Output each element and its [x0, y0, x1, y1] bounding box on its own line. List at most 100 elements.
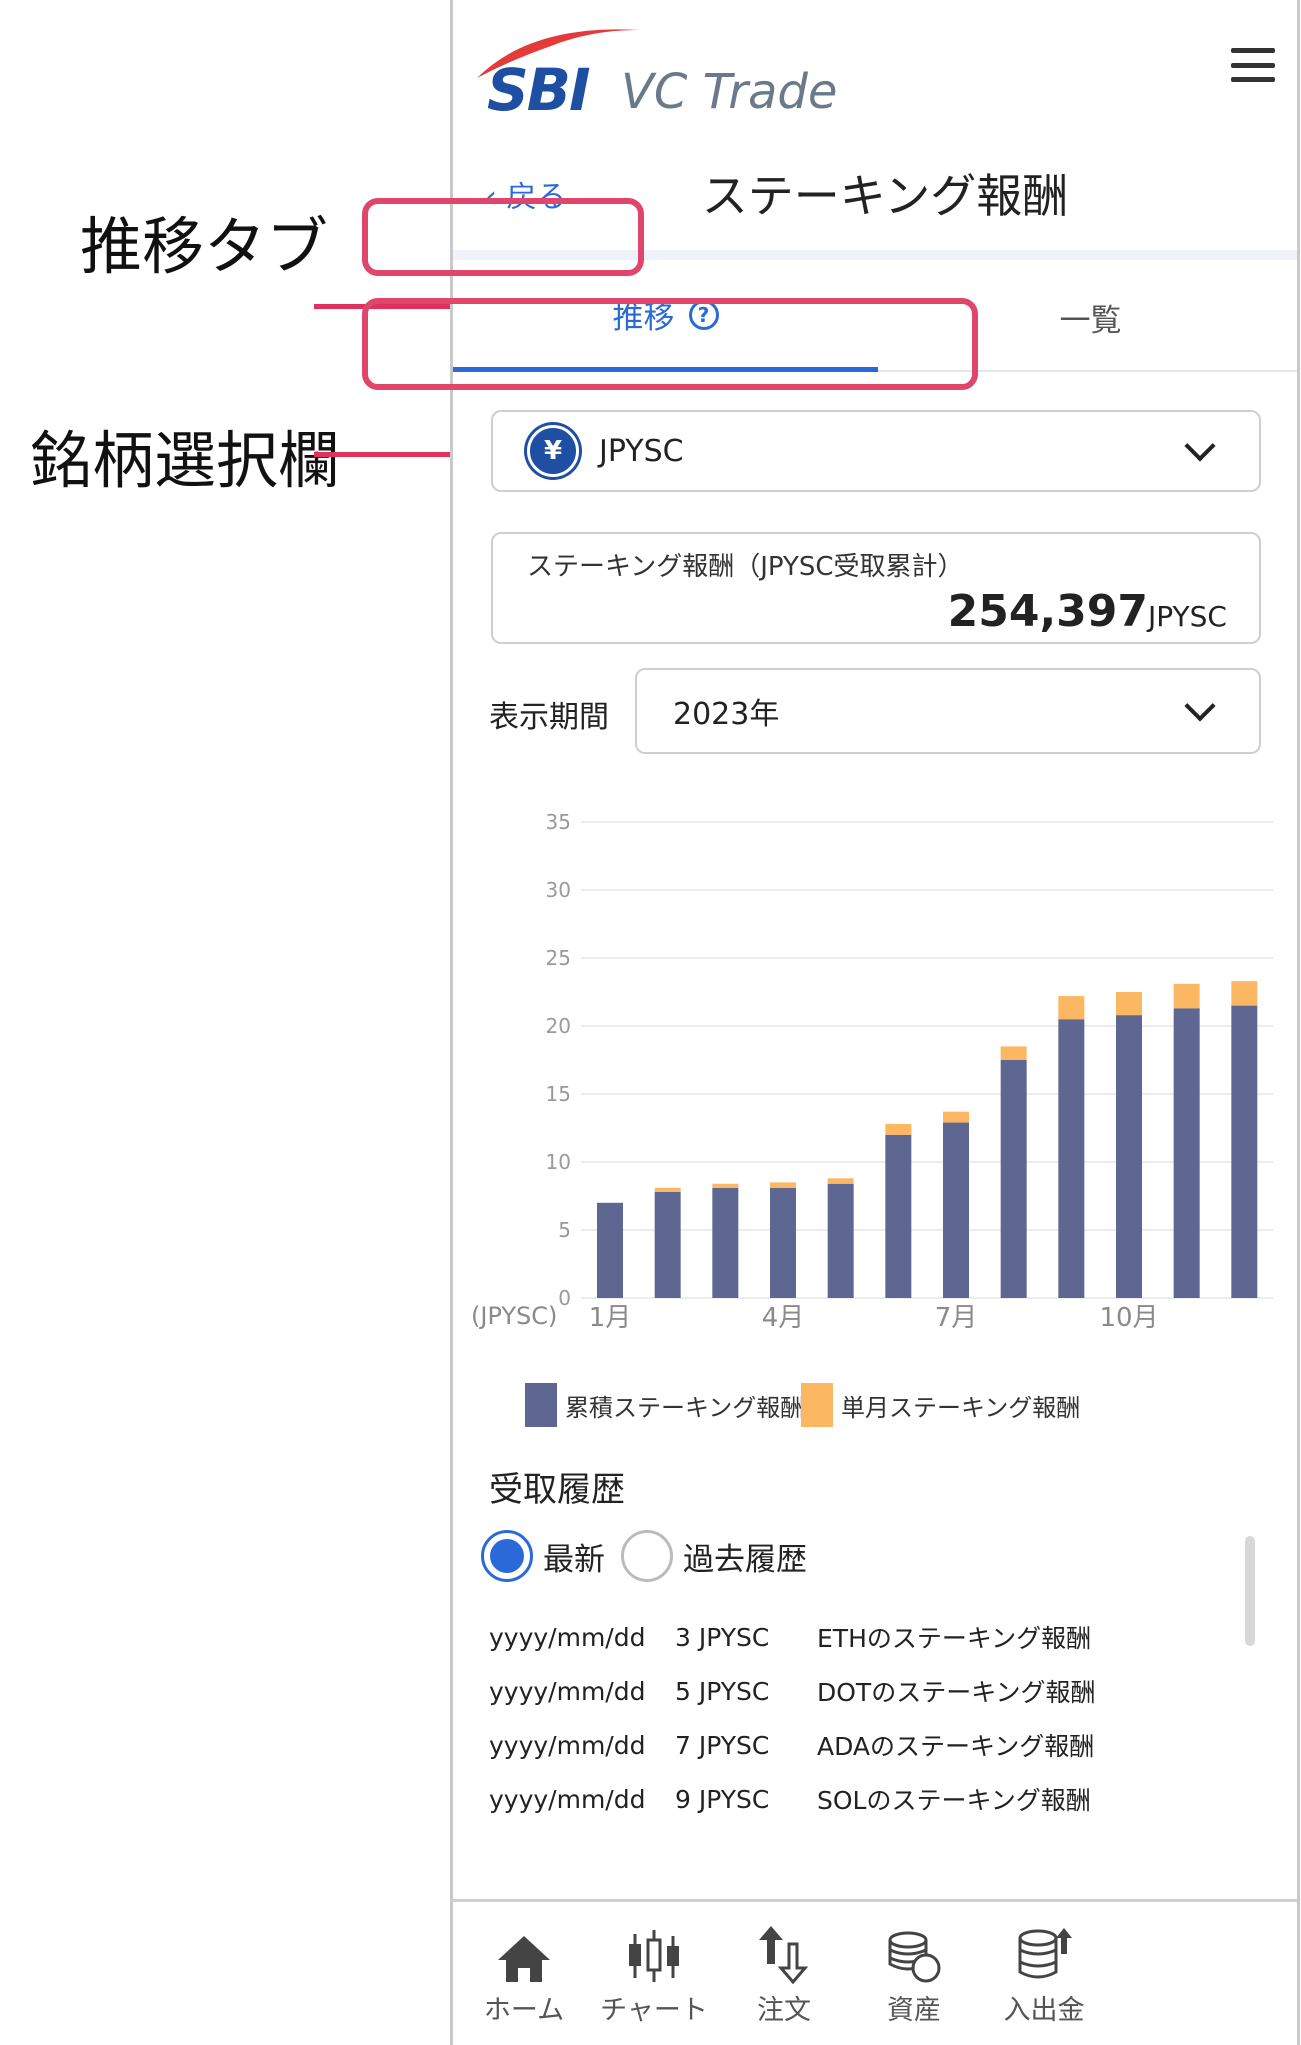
radio-past-circle — [621, 1530, 673, 1582]
bar-monthly — [770, 1182, 796, 1188]
tab-bar: 推移 ? 一覧 — [453, 262, 1297, 372]
y-tick-label: 20 — [546, 1014, 571, 1038]
period-select-value: 2023年 — [673, 697, 780, 732]
history-row[interactable]: yyyy/mm/dd 3 JPYSC ETHのステーキング報酬 — [489, 1610, 1249, 1664]
radio-latest-label: 最新 — [543, 1541, 605, 1578]
legend-label-monthly: 単月ステーキング報酬 — [841, 1393, 1081, 1422]
annotation-coin-line — [314, 452, 450, 457]
logo-sbi-text: SBI — [487, 56, 591, 124]
history-desc: ADAのステーキング報酬 — [817, 1732, 1095, 1761]
history-desc: DOTのステーキング報酬 — [817, 1678, 1096, 1707]
sbi-vc-trade-logo[interactable]: SBI VC Trade — [471, 22, 851, 124]
deposit-withdraw-icon — [1018, 1928, 1072, 1979]
y-tick-label: 30 — [546, 878, 571, 902]
phone-screen: SBI VC Trade ‹ 戻る ステーキング報酬 推移 ? 一覧 ¥ JPY… — [450, 0, 1300, 2045]
history-date: yyyy/mm/dd — [489, 1676, 646, 1706]
history-amount: 7 JPYSC — [675, 1730, 770, 1760]
y-tick-label: 25 — [546, 946, 571, 970]
y-tick-label: 5 — [558, 1218, 571, 1242]
y-tick-label: 10 — [546, 1150, 571, 1174]
order-arrows-icon — [759, 1926, 809, 1984]
bar-cumulative — [597, 1202, 623, 1298]
coins-icon — [888, 1931, 941, 1983]
help-question-icon[interactable]: ? — [688, 299, 719, 330]
history-amount: 3 JPYSC — [675, 1622, 770, 1652]
bar-cumulative — [885, 1134, 912, 1298]
tab-trend-label: 推移 — [612, 300, 675, 336]
logo-vc-trade-text: VC Trade — [621, 64, 838, 120]
nav-deposit-withdraw[interactable]: 入出金 — [959, 1922, 1129, 2027]
bar-cumulative — [1231, 1005, 1258, 1298]
total-reward-number: 254,397 — [947, 586, 1149, 637]
period-label: 表示期間 — [489, 700, 609, 735]
period-select[interactable]: 2023年 — [635, 668, 1261, 754]
annotation-tab-line — [314, 304, 450, 309]
radio-past-history[interactable]: 過去履歴 — [621, 1530, 807, 1582]
tab-trend[interactable]: 推移 ? — [453, 262, 878, 372]
bar-monthly — [943, 1111, 969, 1123]
legend-item-cumulative: 累積ステーキング報酬 — [525, 1383, 804, 1427]
history-date: yyyy/mm/dd — [489, 1622, 646, 1652]
total-reward-value: 254,397JPYSC — [948, 586, 1227, 637]
bar-monthly — [827, 1178, 854, 1184]
header-separator — [453, 250, 1297, 260]
history-row[interactable]: yyyy/mm/dd 7 JPYSC ADAのステーキング報酬 — [489, 1718, 1249, 1772]
history-desc: SOLのステーキング報酬 — [817, 1786, 1091, 1815]
bar-cumulative — [1000, 1060, 1027, 1298]
page-title: ステーキング報酬 — [701, 169, 1069, 223]
coin-select-value: JPYSC — [599, 433, 684, 469]
history-amount: 9 JPYSC — [675, 1784, 770, 1814]
chevron-down-icon — [1184, 430, 1216, 462]
total-reward-card: ステーキング報酬（JPYSC受取累計） 254,397JPYSC — [491, 532, 1261, 644]
candlestick-icon — [629, 1930, 679, 1982]
bar-monthly — [1000, 1046, 1027, 1060]
bar-cumulative — [770, 1187, 796, 1298]
annotation-coin-label: 銘柄選択欄 — [30, 424, 341, 497]
nav-deposit-withdraw-label: 入出金 — [1003, 1995, 1085, 2026]
history-title: 受取履歴 — [489, 1470, 625, 1510]
bar-cumulative — [1173, 1008, 1200, 1298]
hamburger-menu-icon[interactable] — [1231, 48, 1275, 82]
history-list: yyyy/mm/dd 3 JPYSC ETHのステーキング報酬 yyyy/mm/… — [489, 1610, 1249, 1826]
total-reward-unit: JPYSC — [1148, 600, 1227, 633]
total-reward-label: ステーキング報酬（JPYSC受取累計） — [527, 552, 964, 582]
tab-list-label: 一覧 — [1059, 302, 1122, 339]
history-row[interactable]: yyyy/mm/dd 9 JPYSC SOLのステーキング報酬 — [489, 1772, 1249, 1826]
radio-latest[interactable]: 最新 — [481, 1530, 605, 1582]
annotation-tab-label: 推移タブ — [80, 210, 329, 283]
coin-select[interactable]: ¥ JPYSC — [491, 410, 1261, 492]
bar-cumulative — [654, 1191, 681, 1298]
bar-cumulative — [712, 1187, 739, 1298]
legend-item-monthly: 単月ステーキング報酬 — [801, 1383, 1080, 1427]
radio-past-label: 過去履歴 — [683, 1541, 807, 1578]
x-tick-label: 7月 — [935, 1303, 978, 1333]
y-unit-label: (JPYSC) — [471, 1302, 557, 1330]
bar-monthly — [885, 1123, 912, 1135]
history-amount: 5 JPYSC — [675, 1676, 770, 1706]
bar-cumulative — [827, 1183, 854, 1298]
x-tick-label: 1月 — [589, 1303, 632, 1333]
tab-list[interactable]: 一覧 — [878, 262, 1297, 372]
bar-monthly — [1116, 992, 1142, 1016]
bar-cumulative — [1058, 1019, 1085, 1298]
chevron-down-icon — [1184, 690, 1216, 722]
y-tick-label: 35 — [546, 810, 571, 834]
history-row[interactable]: yyyy/mm/dd 5 JPYSC DOTのステーキング報酬 — [489, 1664, 1249, 1718]
y-tick-label: 0 — [558, 1286, 571, 1310]
bar-cumulative — [1116, 1015, 1142, 1298]
radio-latest-circle — [481, 1530, 533, 1582]
bar-monthly — [654, 1187, 681, 1192]
x-tick-label: 4月 — [762, 1303, 805, 1333]
x-tick-label: 10月 — [1099, 1303, 1158, 1333]
history-date: yyyy/mm/dd — [489, 1784, 646, 1814]
history-date: yyyy/mm/dd — [489, 1730, 646, 1760]
y-tick-label: 15 — [546, 1082, 571, 1106]
legend-swatch-cumulative — [525, 1383, 557, 1427]
history-scrollbar[interactable] — [1245, 1536, 1255, 1646]
legend-label-cumulative: 累積ステーキング報酬 — [565, 1393, 805, 1422]
legend-swatch-monthly — [801, 1383, 833, 1427]
home-icon — [498, 1936, 550, 1982]
bar-monthly — [1058, 996, 1085, 1020]
bar-cumulative — [943, 1122, 969, 1298]
jpysc-coin-icon: ¥ — [527, 425, 579, 477]
